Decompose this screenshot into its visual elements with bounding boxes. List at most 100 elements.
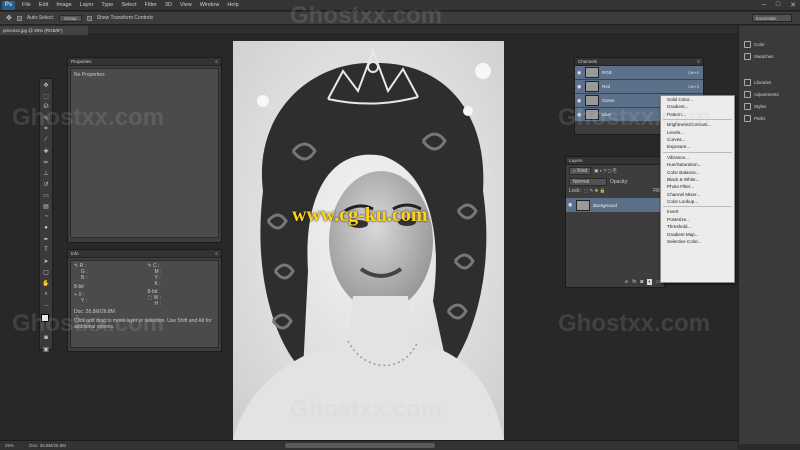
menu-window[interactable]: Window [196, 2, 224, 8]
dock-styles[interactable]: Styles [739, 100, 800, 112]
shape-tool-icon[interactable]: ▢ [40, 267, 52, 277]
marquee-tool-icon[interactable]: ⬚ [40, 91, 52, 101]
properties-panel-title[interactable]: Properties [68, 58, 221, 66]
menu-file[interactable]: File [18, 2, 35, 8]
channel-row-rgb[interactable]: ◉ RGB Ctrl+2 [575, 66, 703, 80]
eraser-tool-icon[interactable]: ▭ [40, 190, 52, 200]
auto-select-checkbox[interactable] [16, 15, 22, 21]
move-tool-icon[interactable]: ✥ [40, 80, 52, 90]
menu-item-levels[interactable]: Levels... [661, 129, 734, 136]
channel-row-red[interactable]: ◉ Red Ctrl+3 [575, 80, 703, 94]
dock-color[interactable]: Color [739, 38, 800, 50]
menu-select[interactable]: Select [117, 2, 140, 8]
menu-3d[interactable]: 3D [161, 2, 176, 8]
hand-tool-icon[interactable]: ✋ [40, 278, 52, 288]
eyedropper-tool-icon[interactable]: ⁄ [40, 135, 52, 145]
layers-panel-title[interactable]: Layers [566, 157, 664, 165]
kind-filter-label: Kind [577, 168, 588, 174]
menu-item-black-white[interactable]: Black & White... [661, 176, 734, 183]
pen-tool-icon[interactable]: ✒ [40, 234, 52, 244]
menu-view[interactable]: View [176, 2, 196, 8]
dodge-tool-icon[interactable]: ● [40, 223, 52, 233]
zoom-level[interactable]: 25% [0, 443, 14, 448]
menu-item-selective-color[interactable]: Selective Color... [661, 238, 734, 245]
panel-menu-icon[interactable]: ≡ [215, 251, 218, 257]
menu-item-color-lookup[interactable]: Color Lookup... [661, 198, 734, 205]
more-tools-icon[interactable]: … [40, 300, 52, 310]
healing-brush-tool-icon[interactable]: ✚ [40, 146, 52, 156]
move-tool-icon[interactable]: ✥ [6, 14, 12, 22]
menu-edit[interactable]: Edit [35, 2, 52, 8]
menu-type[interactable]: Type [97, 2, 117, 8]
adjustment-layer-icon[interactable]: ◐ [647, 279, 653, 285]
auto-select-dropdown[interactable]: Group [59, 14, 82, 22]
blur-tool-icon[interactable]: ◔ [40, 212, 52, 222]
menu-item-solid-color[interactable]: Solid Color... [661, 96, 734, 103]
minimize-button[interactable]: – [762, 1, 766, 9]
brush-tool-icon[interactable]: ✏ [40, 157, 52, 167]
menu-item-hue-saturation[interactable]: Hue/Saturation... [661, 161, 734, 168]
maximize-button[interactable]: □ [776, 1, 780, 9]
eye-icon[interactable]: ◉ [568, 202, 574, 208]
clone-stamp-tool-icon[interactable]: ⊥ [40, 168, 52, 178]
crop-tool-icon[interactable]: ⌗ [40, 124, 52, 134]
horizontal-scrollbar[interactable] [285, 443, 435, 448]
info-panel-title[interactable]: Info [68, 250, 221, 258]
menu-separator [663, 206, 732, 208]
menu-item-color-balance[interactable]: Color Balance... [661, 169, 734, 176]
mask-icon[interactable]: ◙ [640, 279, 643, 285]
path-select-tool-icon[interactable]: ➤ [40, 256, 52, 266]
menu-item-threshold[interactable]: Threshold... [661, 223, 734, 230]
gradient-tool-icon[interactable]: ▤ [40, 201, 52, 211]
eye-icon[interactable]: ◉ [577, 112, 583, 118]
type-tool-icon[interactable]: T [40, 245, 52, 255]
quick-select-tool-icon[interactable]: ✎ [40, 113, 52, 123]
menu-item-channel-mixer[interactable]: Channel Mixer... [661, 191, 734, 198]
menu-item-pattern[interactable]: Pattern... [661, 111, 734, 118]
menu-item-photo-filter[interactable]: Photo Filter... [661, 183, 734, 190]
dock-paths[interactable]: Paths [739, 112, 800, 124]
channels-panel-title[interactable]: Channels [575, 58, 703, 66]
menu-item-posterize[interactable]: Posterize... [661, 216, 734, 223]
fx-icon[interactable]: fx [632, 279, 636, 285]
menu-image[interactable]: Image [52, 2, 75, 8]
quick-mask-icon[interactable]: ◙ [40, 333, 52, 343]
link-icon[interactable]: ∞ [625, 279, 629, 285]
close-button[interactable]: ✕ [790, 1, 796, 9]
menu-help[interactable]: Help [223, 2, 242, 8]
menu-item-vibrance[interactable]: Vibrance... [661, 154, 734, 161]
screen-mode-icon[interactable]: ▣ [40, 344, 52, 354]
color-swatches[interactable] [40, 314, 52, 332]
dock-libraries[interactable]: Libraries [739, 76, 800, 88]
blend-mode-dropdown[interactable]: Normal [569, 178, 607, 186]
menu-item-exposure[interactable]: Exposure... [661, 143, 734, 150]
zoom-tool-icon[interactable]: ⌕ [40, 289, 52, 299]
layer-row-background[interactable]: ◉ Background [566, 198, 664, 212]
kind-filter-dropdown[interactable]: ⌕ Kind [569, 167, 592, 175]
paths-icon [744, 114, 751, 122]
menu-filter[interactable]: Filter [141, 2, 161, 8]
foreground-color[interactable] [41, 314, 49, 322]
history-brush-tool-icon[interactable]: ↺ [40, 179, 52, 189]
filter-icons[interactable]: ▣ ◐ T ▢ ⎘ [594, 168, 616, 174]
panel-menu-icon[interactable]: ≡ [215, 59, 218, 65]
menu-item-curves[interactable]: Curves... [661, 136, 734, 143]
menu-item-invert[interactable]: Invert [661, 208, 734, 215]
menu-item-gradient[interactable]: Gradient... [661, 103, 734, 110]
dock-adjustments[interactable]: Adjustments [739, 88, 800, 100]
tab-document[interactable]: princess.jpg @ 25% (RGB/8*) [0, 26, 88, 35]
workspace-switcher[interactable]: Essentials [752, 14, 792, 22]
document-image[interactable] [233, 41, 504, 441]
panel-menu-icon[interactable]: ≡ [697, 59, 700, 65]
eye-icon[interactable]: ◉ [577, 70, 583, 76]
lock-icons[interactable]: ⬚ ✎ ✥ 🔒 [584, 188, 605, 194]
menu-item-gradient-map[interactable]: Gradient Map... [661, 231, 734, 238]
eye-icon[interactable]: ◉ [577, 84, 583, 90]
menu-layer[interactable]: Layer [76, 2, 98, 8]
dock-swatches[interactable]: Swatches [739, 50, 800, 62]
show-transform-checkbox[interactable] [86, 15, 92, 21]
menu-item-brightness-contrast[interactable]: Brightness/Contrast... [661, 121, 734, 128]
info-y: Y : [81, 298, 88, 304]
eye-icon[interactable]: ◉ [577, 98, 583, 104]
lasso-tool-icon[interactable]: ᘏ [40, 102, 52, 112]
